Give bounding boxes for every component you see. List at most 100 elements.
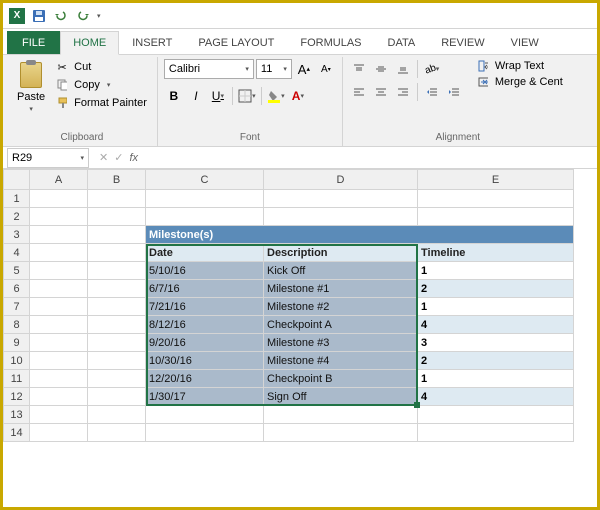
cell[interactable] — [88, 244, 146, 262]
tab-home[interactable]: HOME — [60, 31, 119, 55]
cell-date[interactable]: 9/20/16 — [146, 334, 264, 352]
align-right-button[interactable] — [393, 82, 413, 102]
save-icon[interactable] — [31, 8, 47, 24]
cell[interactable] — [30, 244, 88, 262]
cell-timeline[interactable]: 1 — [418, 298, 574, 316]
cell[interactable] — [88, 262, 146, 280]
cell-description[interactable]: Kick Off — [264, 262, 418, 280]
row-header[interactable]: 13 — [4, 406, 30, 424]
enter-icon[interactable]: ✓ — [114, 151, 123, 164]
cut-button[interactable]: ✂Cut — [53, 59, 151, 75]
format-painter-button[interactable]: Format Painter — [53, 95, 151, 111]
cell[interactable] — [264, 208, 418, 226]
orientation-button[interactable]: ab▾ — [422, 59, 442, 79]
qat-customize-icon[interactable]: ▾ — [97, 12, 101, 20]
cell[interactable] — [88, 208, 146, 226]
row-header[interactable]: 1 — [4, 190, 30, 208]
select-all-corner[interactable] — [4, 170, 30, 190]
cell[interactable] — [264, 424, 418, 442]
cell[interactable] — [30, 226, 88, 244]
table-title[interactable]: Milestone(s) — [146, 226, 574, 244]
cell-timeline[interactable]: 2 — [418, 280, 574, 298]
cell[interactable] — [30, 316, 88, 334]
cell[interactable] — [30, 388, 88, 406]
cell[interactable] — [88, 298, 146, 316]
align-center-button[interactable] — [371, 82, 391, 102]
cell-date[interactable]: 8/12/16 — [146, 316, 264, 334]
increase-font-button[interactable]: A▴ — [294, 59, 314, 79]
cell-description[interactable]: Sign Off — [264, 388, 418, 406]
cell-description[interactable]: Milestone #1 — [264, 280, 418, 298]
cell[interactable] — [30, 208, 88, 226]
cell[interactable] — [30, 334, 88, 352]
cell-date[interactable]: 1/30/17 — [146, 388, 264, 406]
column-header[interactable]: E — [418, 170, 574, 190]
cell[interactable] — [30, 406, 88, 424]
cell-description[interactable]: Checkpoint A — [264, 316, 418, 334]
decrease-font-button[interactable]: A▾ — [316, 59, 336, 79]
cell-date[interactable]: 12/20/16 — [146, 370, 264, 388]
cell[interactable] — [146, 424, 264, 442]
cell[interactable] — [146, 190, 264, 208]
row-header[interactable]: 8 — [4, 316, 30, 334]
cell[interactable] — [418, 424, 574, 442]
copy-button[interactable]: Copy ▾ — [53, 77, 151, 93]
column-header[interactable]: A — [30, 170, 88, 190]
font-color-button[interactable]: A▾ — [288, 86, 308, 106]
tab-insert[interactable]: INSERT — [119, 31, 185, 54]
row-header[interactable]: 6 — [4, 280, 30, 298]
cell[interactable] — [30, 370, 88, 388]
font-name-select[interactable]: Calibri▾ — [164, 59, 254, 79]
cell[interactable] — [30, 262, 88, 280]
cell-timeline[interactable]: 1 — [418, 262, 574, 280]
row-header[interactable]: 5 — [4, 262, 30, 280]
cell[interactable] — [88, 388, 146, 406]
undo-icon[interactable] — [53, 8, 69, 24]
cell[interactable] — [88, 316, 146, 334]
bold-button[interactable]: B — [164, 86, 184, 106]
cell-description[interactable]: Milestone #3 — [264, 334, 418, 352]
cell[interactable] — [30, 424, 88, 442]
align-bottom-button[interactable] — [393, 59, 413, 79]
cell[interactable] — [88, 190, 146, 208]
cell[interactable] — [88, 226, 146, 244]
cell[interactable] — [264, 406, 418, 424]
tab-view[interactable]: VIEW — [498, 31, 552, 54]
cell-description[interactable]: Milestone #4 — [264, 352, 418, 370]
row-header[interactable]: 14 — [4, 424, 30, 442]
cell-timeline[interactable]: 4 — [418, 316, 574, 334]
cell-description[interactable]: Milestone #2 — [264, 298, 418, 316]
name-box[interactable]: R29▾ — [7, 148, 89, 168]
worksheet-grid[interactable]: A B C D E 123Milestone(s)4DateDescriptio… — [3, 169, 597, 507]
cell-date[interactable]: 10/30/16 — [146, 352, 264, 370]
fill-color-button[interactable]: ▾ — [266, 86, 286, 106]
tab-formulas[interactable]: FORMULAS — [287, 31, 374, 54]
font-size-select[interactable]: 11▾ — [256, 59, 292, 79]
column-header[interactable]: D — [264, 170, 418, 190]
cell[interactable] — [418, 190, 574, 208]
cell[interactable] — [88, 424, 146, 442]
tab-file[interactable]: FILE — [7, 31, 60, 54]
paste-button[interactable]: Paste ▾ — [13, 59, 49, 115]
cell[interactable] — [88, 352, 146, 370]
redo-icon[interactable] — [75, 8, 91, 24]
cancel-icon[interactable]: ✕ — [99, 151, 108, 164]
row-header[interactable]: 7 — [4, 298, 30, 316]
column-header[interactable]: C — [146, 170, 264, 190]
increase-indent-button[interactable] — [444, 82, 464, 102]
cell[interactable] — [418, 406, 574, 424]
borders-button[interactable]: ▾ — [237, 86, 257, 106]
tab-pagelayout[interactable]: PAGE LAYOUT — [185, 31, 287, 54]
cell[interactable] — [264, 190, 418, 208]
decrease-indent-button[interactable] — [422, 82, 442, 102]
align-left-button[interactable] — [349, 82, 369, 102]
cell-timeline[interactable]: 4 — [418, 388, 574, 406]
row-header[interactable]: 3 — [4, 226, 30, 244]
row-header[interactable]: 10 — [4, 352, 30, 370]
cell-timeline[interactable]: 2 — [418, 352, 574, 370]
cell[interactable] — [146, 406, 264, 424]
cell[interactable] — [88, 334, 146, 352]
col-header-description[interactable]: Description — [264, 244, 418, 262]
tab-data[interactable]: DATA — [375, 31, 429, 54]
align-middle-button[interactable] — [371, 59, 391, 79]
